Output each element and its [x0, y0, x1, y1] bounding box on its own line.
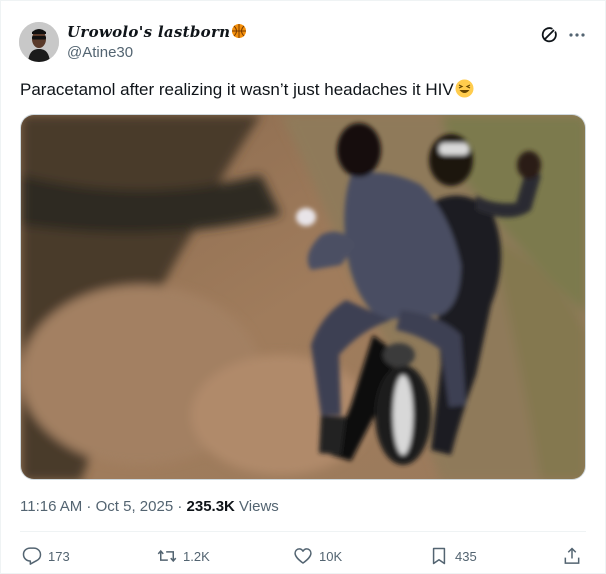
more-icon[interactable] — [567, 25, 587, 45]
bookmark-icon — [432, 547, 446, 565]
retweet-button[interactable]: 1.2K — [157, 542, 210, 570]
author-handle[interactable]: @Atine30 — [67, 44, 133, 61]
video-still-image — [21, 115, 585, 479]
divider — [20, 531, 586, 532]
share-button[interactable] — [562, 542, 588, 570]
meta-separator: · — [82, 498, 96, 515]
tweet-time[interactable]: 11:16 AM — [20, 498, 82, 515]
heart-icon — [294, 548, 312, 564]
display-name-text: Urowolo's lastborn — [67, 23, 231, 41]
grok-icon[interactable] — [539, 25, 559, 45]
share-icon — [564, 547, 580, 564]
reply-icon — [22, 547, 42, 565]
laughing-emoji-icon — [455, 79, 474, 103]
tweet-card: Urowolo's lastborn @Atine30 Paracetamol … — [0, 0, 606, 574]
author-display-name[interactable]: Urowolo's lastborn — [67, 23, 247, 43]
action-bar: 173 1.2K 10K 435 — [1, 542, 606, 570]
retweet-icon — [157, 549, 177, 563]
avatar[interactable] — [19, 22, 59, 62]
avatar-image — [19, 22, 59, 62]
tweet-date[interactable]: Oct 5, 2025 — [96, 498, 174, 515]
bookmark-button[interactable]: 435 — [429, 542, 477, 570]
meta-separator: · — [173, 498, 187, 515]
views-count: 235.3K — [186, 498, 235, 515]
like-count: 10K — [319, 548, 343, 564]
tweet-text-content: Paracetamol after realizing it wasn’t ju… — [20, 80, 454, 99]
reply-button[interactable]: 173 — [22, 542, 70, 570]
views-label: Views — [234, 498, 279, 515]
retweet-count: 1.2K — [183, 548, 210, 564]
like-button[interactable]: 10K — [293, 542, 342, 570]
tweet-media-video[interactable] — [20, 114, 586, 480]
reply-count: 173 — [48, 548, 70, 564]
bookmark-count: 435 — [455, 548, 477, 564]
tweet-meta: 11:16 AM · Oct 5, 2025 · 235.3K Views — [20, 498, 279, 515]
tweet-text: Paracetamol after realizing it wasn’t ju… — [20, 79, 474, 103]
basketball-icon — [231, 23, 247, 43]
